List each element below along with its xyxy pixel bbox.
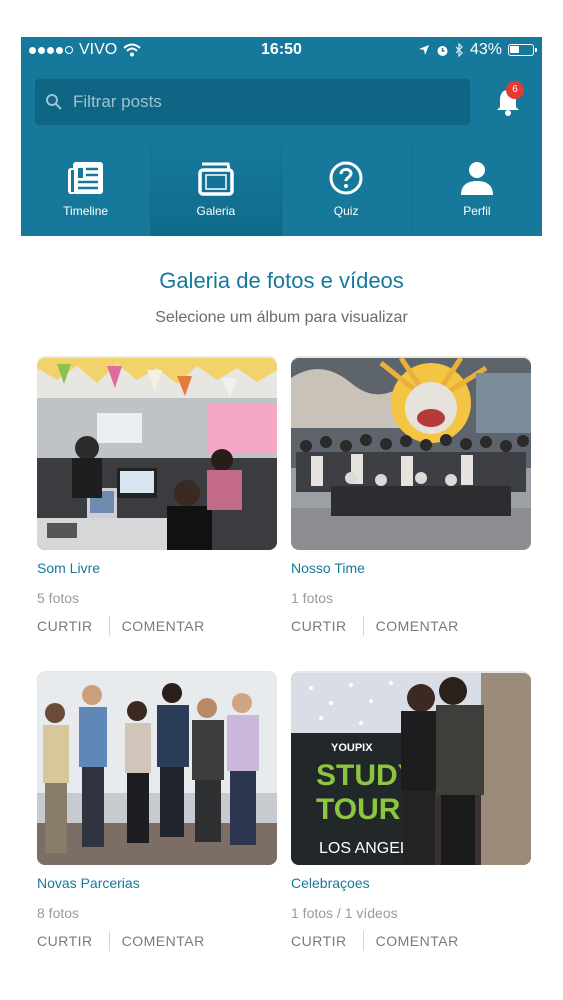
page-subtitle: Selecione um álbum para visualizar <box>155 309 408 326</box>
tab-quiz[interactable]: Quiz <box>282 145 412 236</box>
bluetooth-icon <box>455 43 463 57</box>
album-cover-image[interactable] <box>37 673 277 865</box>
action-divider <box>362 616 364 636</box>
person-icon <box>460 162 493 195</box>
tab-timeline[interactable]: Timeline <box>21 145 152 236</box>
like-button[interactable]: CURTIR <box>291 618 347 634</box>
search-icon <box>46 94 62 110</box>
album-cover-image[interactable]: YOUPIX STUDY TOUR LOS ANGELES <box>291 673 531 865</box>
album-card[interactable]: Novas Parcerias 8 fotos CURTIR COMENTAR <box>37 673 277 951</box>
notification-badge: 6 <box>506 81 524 99</box>
app-header: VIVO 16:50 43% Filtrar posts 6 Timeline … <box>21 37 542 236</box>
app-screen: VIVO 16:50 43% Filtrar posts 6 Timeline … <box>21 37 542 236</box>
comment-button[interactable]: COMENTAR <box>122 933 205 949</box>
action-divider <box>108 931 110 951</box>
battery-percent: 43% <box>469 41 502 58</box>
album-title[interactable]: Novas Parcerias <box>37 875 277 891</box>
location-arrow-icon <box>418 45 429 55</box>
album-card[interactable]: YOUPIX STUDY TOUR LOS ANGELES Celebraçoe… <box>291 673 531 951</box>
tab-perfil-label: Perfil <box>463 204 491 218</box>
like-button[interactable]: CURTIR <box>37 933 93 949</box>
svg-text:TOUR: TOUR <box>316 793 401 826</box>
action-divider <box>362 931 364 951</box>
comment-button[interactable]: COMENTAR <box>376 933 459 949</box>
album-title[interactable]: Som Livre <box>37 560 277 576</box>
tab-bar: Timeline Galeria Quiz Perfil <box>21 145 542 236</box>
album-media-count: 1 fotos / 1 vídeos <box>291 905 398 921</box>
question-icon <box>329 161 363 195</box>
album-card[interactable]: Nosso Time 1 fotos CURTIR COMENTAR <box>291 358 531 636</box>
album-title[interactable]: Nosso Time <box>291 560 531 576</box>
like-button[interactable]: CURTIR <box>291 933 347 949</box>
tab-quiz-label: Quiz <box>333 204 359 218</box>
newspaper-icon <box>67 162 103 194</box>
search-placeholder: Filtrar posts <box>73 92 162 111</box>
search-input[interactable]: Filtrar posts <box>35 79 470 125</box>
tab-timeline-label: Timeline <box>63 204 109 218</box>
album-media-count: 1 fotos <box>291 590 334 606</box>
status-bar: VIVO 16:50 43% <box>21 37 542 65</box>
tab-galeria[interactable]: Galeria <box>151 145 282 236</box>
page-title: Galeria de fotos e vídeos <box>159 268 404 293</box>
album-media-count: 8 fotos <box>37 905 80 921</box>
album-cover-image[interactable] <box>291 358 531 550</box>
album-title[interactable]: Celebraçoes <box>291 875 531 891</box>
svg-text:YOUPIX: YOUPIX <box>331 742 373 754</box>
battery-icon <box>508 44 537 56</box>
album-cover-image[interactable] <box>37 358 277 550</box>
comment-button[interactable]: COMENTAR <box>122 618 205 634</box>
tab-galeria-label: Galeria <box>196 204 236 218</box>
gallery-icon <box>198 162 234 196</box>
album-card[interactable]: Som Livre 5 fotos CURTIR COMENTAR <box>37 358 277 636</box>
comment-button[interactable]: COMENTAR <box>376 618 459 634</box>
album-media-count: 5 fotos <box>37 590 80 606</box>
alarm-icon <box>437 45 448 56</box>
like-button[interactable]: CURTIR <box>37 618 93 634</box>
tab-perfil[interactable]: Perfil <box>412 145 542 236</box>
action-divider <box>108 616 110 636</box>
